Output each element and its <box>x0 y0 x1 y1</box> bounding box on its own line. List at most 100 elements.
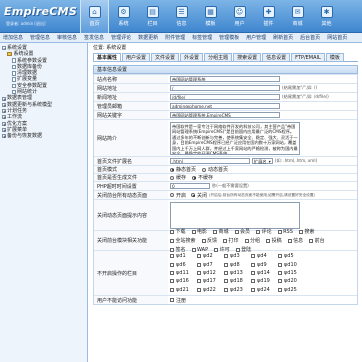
nav-other[interactable]: ✱ 其他 <box>312 0 341 33</box>
close-notice-textarea[interactable] <box>170 201 300 229</box>
checkbox[interactable] <box>278 271 282 275</box>
checkbox[interactable] <box>197 262 201 267</box>
module-option[interactable]: RSS <box>277 228 293 235</box>
checkbox[interactable] <box>278 279 282 284</box>
checkbox[interactable] <box>266 238 271 243</box>
news-url-input[interactable]: /d/file/ <box>170 94 280 100</box>
checkbox[interactable] <box>298 229 303 234</box>
site-name-input[interactable]: 帝国网站管理系统 <box>170 76 280 82</box>
category-option[interactable]: ψd6 <box>170 262 197 268</box>
category-option[interactable]: ψd15 <box>278 270 305 276</box>
checkbox[interactable] <box>278 262 282 267</box>
module-option[interactable]: 打印 <box>223 237 239 244</box>
checkbox[interactable] <box>197 279 201 284</box>
checkbox[interactable] <box>201 238 206 243</box>
nav-user[interactable]: ☺ 用户 <box>225 0 254 33</box>
checkbox[interactable] <box>191 247 196 252</box>
checkbox[interactable] <box>277 229 282 234</box>
module-option[interactable]: 评论 <box>256 228 272 235</box>
subnav-link[interactable]: 后台首页 <box>300 34 320 41</box>
checkbox[interactable] <box>256 229 261 234</box>
tab-template[interactable]: 模板 <box>325 53 344 62</box>
module-option[interactable]: 会员 <box>234 228 250 235</box>
tab-search[interactable]: 搜索设置 <box>233 53 262 62</box>
subnav-link[interactable]: 标签管理 <box>192 34 212 41</box>
checkbox[interactable] <box>251 262 255 267</box>
dynamic-radio[interactable] <box>202 167 207 172</box>
category-option[interactable]: ψd14 <box>251 270 278 276</box>
subnav-link[interactable]: 数据更新 <box>138 34 158 41</box>
category-option[interactable]: ψd19 <box>251 278 278 284</box>
checkbox[interactable] <box>244 238 249 243</box>
checkbox[interactable] <box>170 279 174 284</box>
sidebar-item[interactable]: + 备份与恢复数据 <box>2 133 85 139</box>
checkbox[interactable] <box>251 287 255 292</box>
ext-select[interactable]: 扩展名 ▾ <box>252 158 273 164</box>
checkbox[interactable] <box>251 279 255 284</box>
checkbox[interactable] <box>170 247 174 252</box>
module-option[interactable]: 搜索 <box>298 228 314 235</box>
checkbox[interactable] <box>170 262 174 267</box>
php-timeout-input[interactable]: 0 <box>170 183 210 189</box>
close-radio[interactable] <box>191 193 196 197</box>
tab-outer[interactable]: 外设置 <box>180 53 204 62</box>
category-option[interactable]: ψd17 <box>197 278 224 284</box>
tab-info[interactable]: 信息设置 <box>262 53 291 62</box>
checkbox[interactable] <box>170 287 174 292</box>
tab-group[interactable]: 分组主题 <box>204 53 233 62</box>
category-option[interactable]: ψd23 <box>224 287 251 293</box>
subnav-link[interactable]: 管理模板 <box>219 34 239 41</box>
open-radio[interactable] <box>170 193 174 197</box>
category-option[interactable]: ψd25 <box>278 287 305 293</box>
checkbox[interactable] <box>170 254 174 259</box>
checkbox[interactable] <box>170 229 174 234</box>
category-option[interactable]: ψd7 <box>197 262 224 268</box>
nav-home[interactable]: ⌂ 首页 <box>80 0 109 33</box>
nav-info[interactable]: ☰ 信息 <box>167 0 196 33</box>
module-option[interactable]: 电影 <box>191 228 207 235</box>
module-option[interactable]: 前台 <box>309 237 325 244</box>
subnav-link[interactable]: 附件管理 <box>165 34 185 41</box>
tab-user[interactable]: 用户设置 <box>122 53 151 62</box>
module-option[interactable]: 下载 <box>170 228 186 235</box>
checkbox[interactable] <box>214 247 219 252</box>
no-cache-radio[interactable] <box>192 175 197 180</box>
subnav-link[interactable]: 增加信息 <box>3 34 23 41</box>
subnav-link[interactable]: 用户管理 <box>246 34 266 41</box>
category-option[interactable]: ψd16 <box>170 278 197 284</box>
checkbox[interactable] <box>197 271 201 275</box>
category-option[interactable]: ψd24 <box>251 287 278 293</box>
checkbox[interactable] <box>170 271 174 275</box>
category-option[interactable]: ψd11 <box>170 270 197 276</box>
register-checkbox[interactable] <box>170 298 174 302</box>
static-radio[interactable] <box>170 167 174 172</box>
checkbox[interactable] <box>197 287 201 292</box>
tab-ftp-email[interactable]: FTP/EMAIL <box>291 53 325 62</box>
checkbox[interactable] <box>224 279 228 284</box>
category-option[interactable]: ψd4 <box>251 253 278 259</box>
checkbox[interactable] <box>213 229 218 234</box>
homepage-ext-input[interactable]: .html <box>170 158 250 164</box>
nav-plugin[interactable]: ✚ 插件 <box>254 0 283 33</box>
subnav-link[interactable]: 管理评论 <box>111 34 131 41</box>
category-option[interactable]: ψd18 <box>224 278 251 284</box>
site-url-input[interactable]: / <box>170 85 280 91</box>
module-option[interactable]: 全站搜索 <box>170 237 196 244</box>
nav-shop[interactable]: ✉ 商城 <box>283 0 312 33</box>
checkbox[interactable] <box>235 247 240 252</box>
category-option[interactable]: ψd10 <box>278 262 305 268</box>
category-option[interactable]: ψd20 <box>278 278 305 284</box>
module-option[interactable]: 分组 <box>244 237 260 244</box>
category-option[interactable]: ψd1 <box>170 253 197 259</box>
checkbox[interactable] <box>234 229 239 234</box>
site-intro-textarea[interactable]: 帝国软件是一家专注于网络软件开发的科技公司，其主营产品"帝国网站管理系统(Emp… <box>170 121 300 155</box>
subnav-link[interactable]: 审核信息 <box>57 34 77 41</box>
category-option[interactable]: ψd22 <box>197 287 224 293</box>
module-option[interactable]: 投稿 <box>266 237 282 244</box>
email-input[interactable]: admin@phome.net <box>170 103 280 109</box>
category-option[interactable]: ψd2 <box>197 253 224 259</box>
checkbox[interactable] <box>170 238 174 243</box>
checkbox[interactable] <box>223 238 228 243</box>
checkbox[interactable] <box>224 262 228 267</box>
category-option[interactable]: ψd9 <box>251 262 278 268</box>
